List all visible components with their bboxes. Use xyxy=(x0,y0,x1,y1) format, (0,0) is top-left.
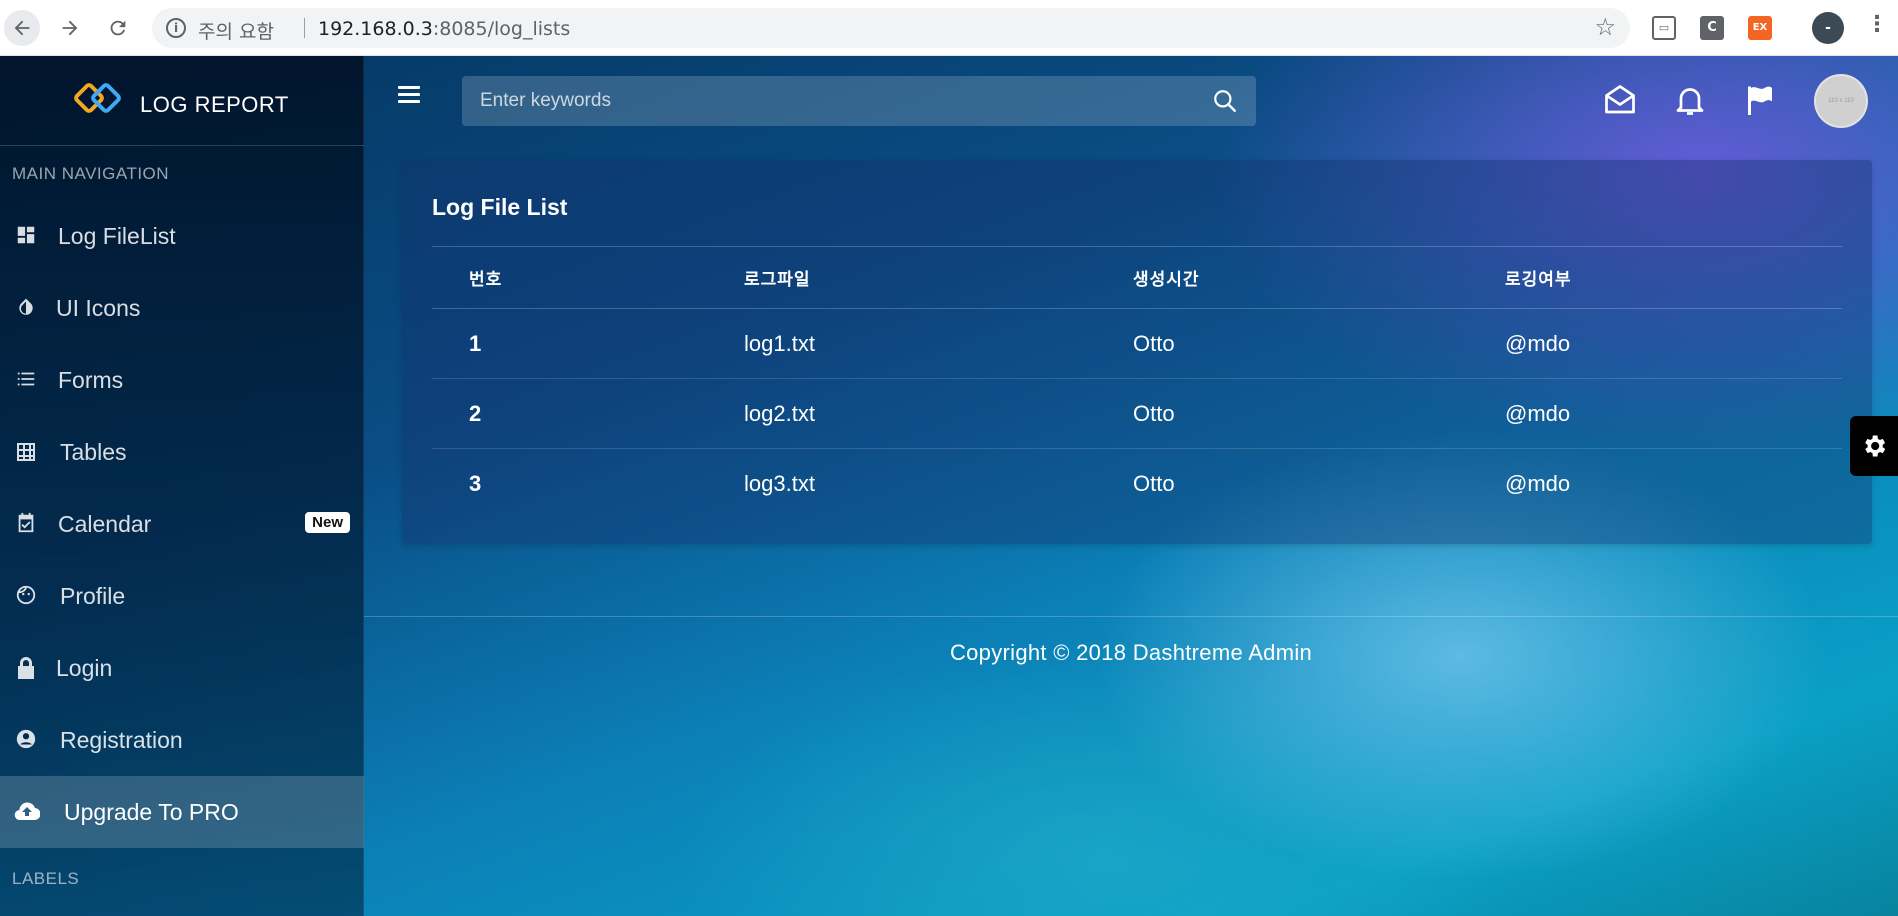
search-input[interactable] xyxy=(462,76,1202,126)
column-header-logging-status: 로깅여부 xyxy=(1505,246,1842,309)
menu-toggle-icon[interactable] xyxy=(398,86,420,104)
brand-name: LOG REPORT xyxy=(140,92,289,117)
sidebar: LOG REPORT MAIN NAVIGATION Log FileList … xyxy=(0,56,364,916)
sidebar-item-label: Profile xyxy=(60,583,126,609)
cell-number: 2 xyxy=(432,378,744,449)
sidebar-item-upgrade-to-pro[interactable]: Upgrade To PRO xyxy=(0,776,364,848)
back-button[interactable] xyxy=(4,10,40,46)
flag-icon[interactable] xyxy=(1742,82,1778,118)
cell-logging-status: @mdo xyxy=(1505,308,1842,379)
table-header-row: 번호 로그파일 생성시간 로깅여부 xyxy=(432,246,1842,309)
sidebar-item-label: Calendar xyxy=(58,511,152,537)
column-header-log-file: 로그파일 xyxy=(744,246,1133,309)
forward-button[interactable] xyxy=(52,10,88,46)
envelope-open-icon[interactable] xyxy=(1602,82,1638,118)
sidebar-item-label: Tables xyxy=(60,439,127,465)
sidebar-item-label: Registration xyxy=(60,727,183,753)
sidebar-item-label: Upgrade To PRO xyxy=(64,799,239,825)
cell-log-file[interactable]: log2.txt xyxy=(744,378,1133,449)
theme-switcher-button[interactable] xyxy=(1850,416,1898,476)
labels-section-label: LABELS xyxy=(12,869,80,888)
bookmark-star-icon[interactable]: ☆ xyxy=(1594,13,1616,41)
log-file-table: 번호 로그파일 생성시간 로깅여부 1 log1.txt Otto @mdo 2… xyxy=(432,246,1842,519)
topbar: 110 x 110 xyxy=(364,56,1898,146)
dashboard-icon xyxy=(14,224,38,248)
list-icon xyxy=(14,368,38,392)
sidebar-item-label: Forms xyxy=(58,367,124,393)
cast-icon[interactable]: ▭ xyxy=(1652,16,1676,40)
calendar-check-icon xyxy=(14,512,38,536)
lock-icon xyxy=(14,656,38,680)
divider xyxy=(304,18,305,38)
grid-icon xyxy=(14,440,38,464)
cell-log-file[interactable]: log1.txt xyxy=(744,308,1133,379)
copyright-text: Copyright © 2018 Dashtreme Admin xyxy=(949,640,1313,665)
reload-button[interactable] xyxy=(100,10,136,46)
table-row[interactable]: 1 log1.txt Otto @mdo xyxy=(432,308,1842,379)
table-row[interactable]: 2 log2.txt Otto @mdo xyxy=(432,378,1842,449)
account-circle-icon xyxy=(14,728,38,752)
face-icon xyxy=(14,584,38,608)
sidebar-item-log-filelist[interactable]: Log FileList xyxy=(0,200,364,272)
gear-icon xyxy=(1865,435,1886,457)
sidebar-item-profile[interactable]: Profile xyxy=(0,560,364,632)
column-header-number: 번호 xyxy=(432,246,744,309)
address-bar[interactable]: i 주의 요함 192.168.0.3:8085/log_lists ☆ xyxy=(152,8,1630,48)
cell-number: 3 xyxy=(469,470,482,496)
reload-icon xyxy=(110,20,126,36)
cell-created-time: Otto xyxy=(1133,470,1175,496)
cloud-upload-icon xyxy=(14,800,41,824)
browser-toolbar: i 주의 요함 192.168.0.3:8085/log_lists ☆ ▭ C… xyxy=(0,0,1898,56)
logo-icon xyxy=(74,83,121,113)
brand[interactable]: LOG REPORT xyxy=(0,56,364,146)
security-warning[interactable]: 주의 요함 xyxy=(198,17,274,44)
app-background: LOG REPORT MAIN NAVIGATION Log FileList … xyxy=(0,56,1898,916)
cell-number: 1 xyxy=(432,308,744,379)
cell-logging-status: @mdo xyxy=(1505,470,1571,496)
arrow-right-icon xyxy=(62,20,78,36)
url-path: :8085/log_lists xyxy=(432,18,571,40)
browser-profile-avatar[interactable]: - xyxy=(1812,12,1844,44)
sidebar-item-tables[interactable]: Tables xyxy=(0,416,364,488)
search-icon[interactable] xyxy=(1212,88,1238,114)
sidebar-item-calendar[interactable]: Calendar New xyxy=(0,488,364,560)
cell-created-time: Otto xyxy=(1133,308,1505,379)
search-box xyxy=(462,76,1256,126)
extension-ex-button[interactable]: EX xyxy=(1748,16,1772,40)
cell-log-file[interactable]: log3.txt xyxy=(744,449,1133,519)
new-badge: New xyxy=(305,512,350,533)
main-navigation-label: MAIN NAVIGATION xyxy=(12,164,170,183)
footer: Copyright © 2018 Dashtreme Admin xyxy=(364,616,1898,686)
table-row[interactable]: 3 log3.txt Otto @mdo xyxy=(432,449,1842,519)
browser-menu-icon[interactable]: ⋮ xyxy=(1866,12,1888,37)
bell-icon[interactable] xyxy=(1672,82,1708,118)
sidebar-item-label: Login xyxy=(56,655,113,681)
cell-logging-status: @mdo xyxy=(1505,378,1842,449)
extension-c-button[interactable]: C xyxy=(1700,16,1724,40)
cell-created-time: Otto xyxy=(1133,378,1505,449)
sidebar-item-label: Log FileList xyxy=(58,223,176,249)
sidebar-item-forms[interactable]: Forms xyxy=(0,344,364,416)
user-avatar[interactable]: 110 x 110 xyxy=(1814,74,1868,128)
info-icon[interactable]: i xyxy=(166,18,186,38)
sidebar-item-login[interactable]: Login xyxy=(0,632,364,704)
card-title: Log File List xyxy=(432,194,568,220)
url-host: 192.168.0.3 xyxy=(318,18,433,40)
sidebar-item-ui-icons[interactable]: UI Icons xyxy=(0,272,364,344)
sidebar-item-registration[interactable]: Registration xyxy=(0,704,364,776)
column-header-created-time: 생성시간 xyxy=(1133,246,1505,309)
url-text[interactable]: 192.168.0.3:8085/log_lists xyxy=(318,18,570,40)
arrow-left-icon xyxy=(14,20,30,36)
log-file-list-card: Log File List 번호 로그파일 생성시간 로깅여부 1 log1.t… xyxy=(402,160,1872,544)
sidebar-item-label: UI Icons xyxy=(56,295,141,321)
contrast-icon xyxy=(14,296,38,320)
